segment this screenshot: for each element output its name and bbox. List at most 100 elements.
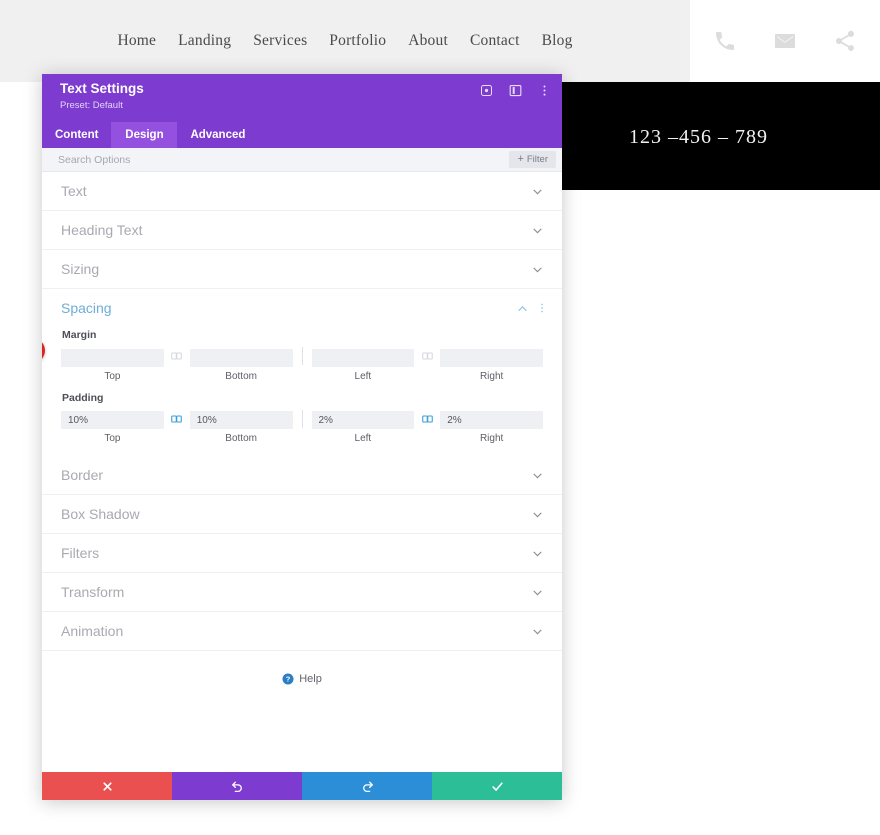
section-heading-text[interactable]: Heading Text: [42, 211, 562, 250]
padding-quad: 1 Top: [42, 338, 543, 444]
divider: [301, 409, 303, 428]
text-settings-modal: Text Settings Preset: Default Content De…: [42, 74, 562, 800]
margin-bottom-cell: Bottom: [189, 347, 293, 382]
padding-right-caption: Right: [479, 433, 504, 444]
tab-advanced[interactable]: Advanced: [177, 122, 258, 148]
section-sizing[interactable]: Sizing: [42, 250, 562, 289]
filter-button[interactable]: + Filter: [509, 151, 556, 168]
padding-vertical-link-toggle[interactable]: [164, 410, 190, 428]
link-icon: [421, 350, 434, 362]
modal-header: Text Settings Preset: Default: [42, 74, 562, 122]
section-label: Spacing: [61, 300, 112, 316]
padding-top-cell: Top: [61, 410, 164, 444]
margin-vertical-group: Top Bottom: [61, 347, 293, 382]
padding-left-input[interactable]: [311, 411, 415, 429]
section-animation[interactable]: Animation: [42, 612, 562, 651]
padding-left-cell: Left: [311, 410, 415, 444]
modal-preset-label[interactable]: Preset: Default: [60, 99, 548, 113]
section-filters[interactable]: Filters: [42, 534, 562, 573]
nav-item-services[interactable]: Services: [249, 30, 311, 52]
share-icon[interactable]: [833, 29, 857, 53]
modal-footer: [42, 772, 562, 800]
modal-header-actions: [479, 83, 552, 98]
chevron-down-icon: [531, 263, 544, 276]
modal-body: Text Heading Text Sizing Spacing Margin …: [42, 172, 562, 772]
margin-horizontal-group: Left Right: [311, 347, 543, 382]
margin-bottom-caption: Bottom: [225, 370, 257, 382]
site-header: Home Landing Services Portfolio About Co…: [0, 0, 880, 82]
search-input[interactable]: [58, 153, 510, 166]
redo-button[interactable]: [302, 772, 432, 800]
section-transform[interactable]: Transform: [42, 573, 562, 612]
margin-horizontal-link-toggle[interactable]: [414, 347, 440, 365]
section-border[interactable]: Border: [42, 456, 562, 495]
section-spacing-header[interactable]: Spacing: [42, 289, 562, 327]
margin-right-caption: Right: [479, 370, 504, 382]
modal-title: Text Settings: [60, 81, 144, 96]
margin-top-input[interactable]: [61, 348, 164, 367]
mail-icon[interactable]: [773, 29, 797, 53]
margin-top-caption: Top: [104, 370, 121, 382]
tab-design[interactable]: Design: [111, 122, 178, 148]
spacing-body: Margin Top Bottom Left Right Padding 10%…: [42, 329, 562, 456]
padding-top-input[interactable]: [61, 411, 164, 429]
link-icon: [421, 413, 434, 425]
divider: [301, 347, 303, 365]
plus-icon: +: [517, 153, 524, 165]
cancel-button[interactable]: [42, 772, 172, 800]
help-link[interactable]: ? Help: [42, 673, 562, 685]
phone-icon[interactable]: [713, 29, 737, 53]
section-spacing-actions: [516, 301, 548, 315]
padding-right-cell: Right: [440, 410, 543, 444]
section-label: Text: [61, 183, 87, 199]
nav-item-contact[interactable]: Contact: [466, 30, 524, 52]
nav-item-landing[interactable]: Landing: [174, 30, 235, 52]
padding-vertical-group: Top Bottom: [61, 410, 293, 444]
more-vertical-icon[interactable]: [537, 83, 552, 98]
chevron-down-icon: [531, 469, 544, 482]
undo-button[interactable]: [172, 772, 302, 800]
target-move-icon[interactable]: [479, 83, 494, 98]
chevron-down-icon: [531, 224, 544, 237]
banner-phone-number: 123 –456 – 789: [629, 126, 768, 148]
section-text[interactable]: Text: [42, 172, 562, 211]
nav-item-about[interactable]: About: [404, 30, 452, 52]
section-label: Sizing: [61, 261, 100, 277]
margin-right-cell: Right: [440, 347, 543, 382]
margin-bottom-input[interactable]: [189, 348, 293, 367]
tab-content[interactable]: Content: [42, 122, 111, 148]
nav-item-home[interactable]: Home: [113, 30, 160, 52]
padding-left-caption: Left: [354, 433, 372, 444]
section-label: Filters: [61, 545, 100, 561]
chevron-up-icon[interactable]: [516, 302, 529, 315]
save-button[interactable]: [432, 772, 562, 800]
layout-columns-icon[interactable]: [508, 83, 523, 98]
svg-text:?: ?: [286, 675, 291, 684]
section-label: Border: [61, 467, 104, 483]
padding-bottom-cell: Bottom: [189, 410, 293, 444]
link-icon: [170, 413, 183, 425]
section-label: Transform: [61, 584, 125, 600]
nav-item-blog[interactable]: Blog: [538, 30, 577, 52]
chevron-down-icon: [531, 586, 544, 599]
margin-left-input[interactable]: [311, 348, 415, 367]
help-circle-icon: ?: [282, 673, 294, 685]
margin-vertical-link-toggle[interactable]: [164, 347, 190, 365]
nav-item-portfolio[interactable]: Portfolio: [325, 30, 390, 52]
help-label: Help: [299, 673, 322, 685]
section-box-shadow[interactable]: Box Shadow: [42, 495, 562, 534]
link-icon: [170, 350, 183, 362]
screen: Home Landing Services Portfolio About Co…: [0, 0, 880, 835]
step-badge-1: 1: [42, 338, 45, 363]
padding-horizontal-link-toggle[interactable]: [414, 410, 440, 428]
margin-label: Margin: [62, 329, 97, 341]
margin-right-input[interactable]: [440, 348, 543, 367]
chevron-down-icon: [531, 625, 544, 638]
padding-right-input[interactable]: [440, 411, 543, 429]
padding-bottom-caption: Bottom: [225, 433, 257, 444]
chevron-down-icon: [531, 547, 544, 560]
more-vertical-icon[interactable]: [536, 301, 548, 315]
margin-left-caption: Left: [354, 370, 372, 382]
padding-bottom-input[interactable]: [189, 411, 293, 429]
chevron-down-icon: [531, 508, 544, 521]
